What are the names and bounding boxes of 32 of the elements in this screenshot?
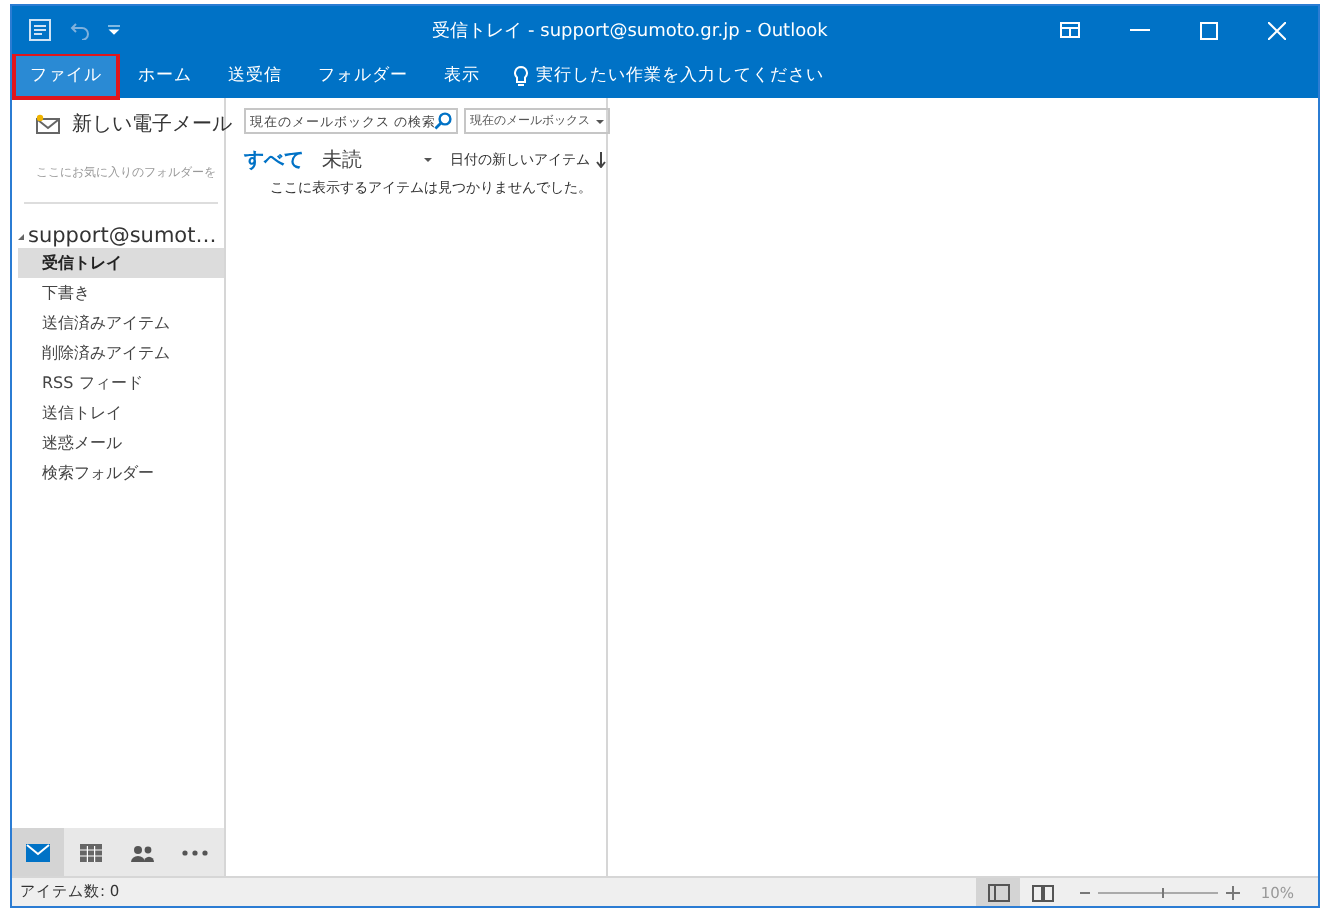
- customize-icon[interactable]: [108, 24, 120, 36]
- close-icon[interactable]: [1268, 21, 1286, 39]
- down-arrow-icon[interactable]: [596, 152, 606, 168]
- folder-item[interactable]: 送信トレイ: [18, 398, 224, 428]
- window-title: 受信トレイ - support@sumoto.gr.jp - Outlook: [430, 19, 830, 43]
- ribbon-tab[interactable]: ホーム: [124, 56, 206, 96]
- filter-tab[interactable]: すべて: [244, 146, 304, 174]
- mail-icon[interactable]: [12, 828, 64, 876]
- normal-view-icon[interactable]: [976, 878, 1021, 906]
- new-mail-icon: [36, 114, 60, 134]
- folder-item[interactable]: 検索フォルダー: [18, 458, 224, 488]
- ribbon-tab[interactable]: 送受信: [214, 56, 296, 96]
- zoom-in-icon[interactable]: [1226, 885, 1241, 899]
- folder-item[interactable]: 削除済みアイテム: [18, 338, 224, 368]
- ribbon-display-icon[interactable]: [1060, 22, 1080, 38]
- filter-tab[interactable]: 未読: [322, 146, 362, 174]
- folder-item[interactable]: 迷惑メール: [18, 428, 224, 458]
- account-header[interactable]: support@sumot…: [12, 204, 224, 248]
- ribbon-tab[interactable]: 表示: [430, 56, 494, 96]
- search-icon: [434, 112, 452, 130]
- caret-icon[interactable]: [424, 158, 432, 162]
- folder-item[interactable]: RSS フィード: [18, 368, 224, 398]
- new-email-button[interactable]: 新しい電子メール: [36, 110, 232, 138]
- folder-item[interactable]: 受信トレイ: [18, 248, 224, 278]
- ribbon-tab[interactable]: フォルダー: [304, 56, 422, 96]
- tell-me-field[interactable]: 実行したい作業を入力してください: [514, 66, 836, 86]
- minimize-icon[interactable]: [1130, 28, 1150, 32]
- folder-item[interactable]: 下書き: [18, 278, 224, 308]
- ribbon-tab[interactable]: ファイル: [16, 56, 116, 96]
- lightbulb-icon: [514, 66, 528, 86]
- maximize-icon[interactable]: [1200, 21, 1218, 39]
- folder-item[interactable]: 送信済みアイテム: [18, 308, 224, 338]
